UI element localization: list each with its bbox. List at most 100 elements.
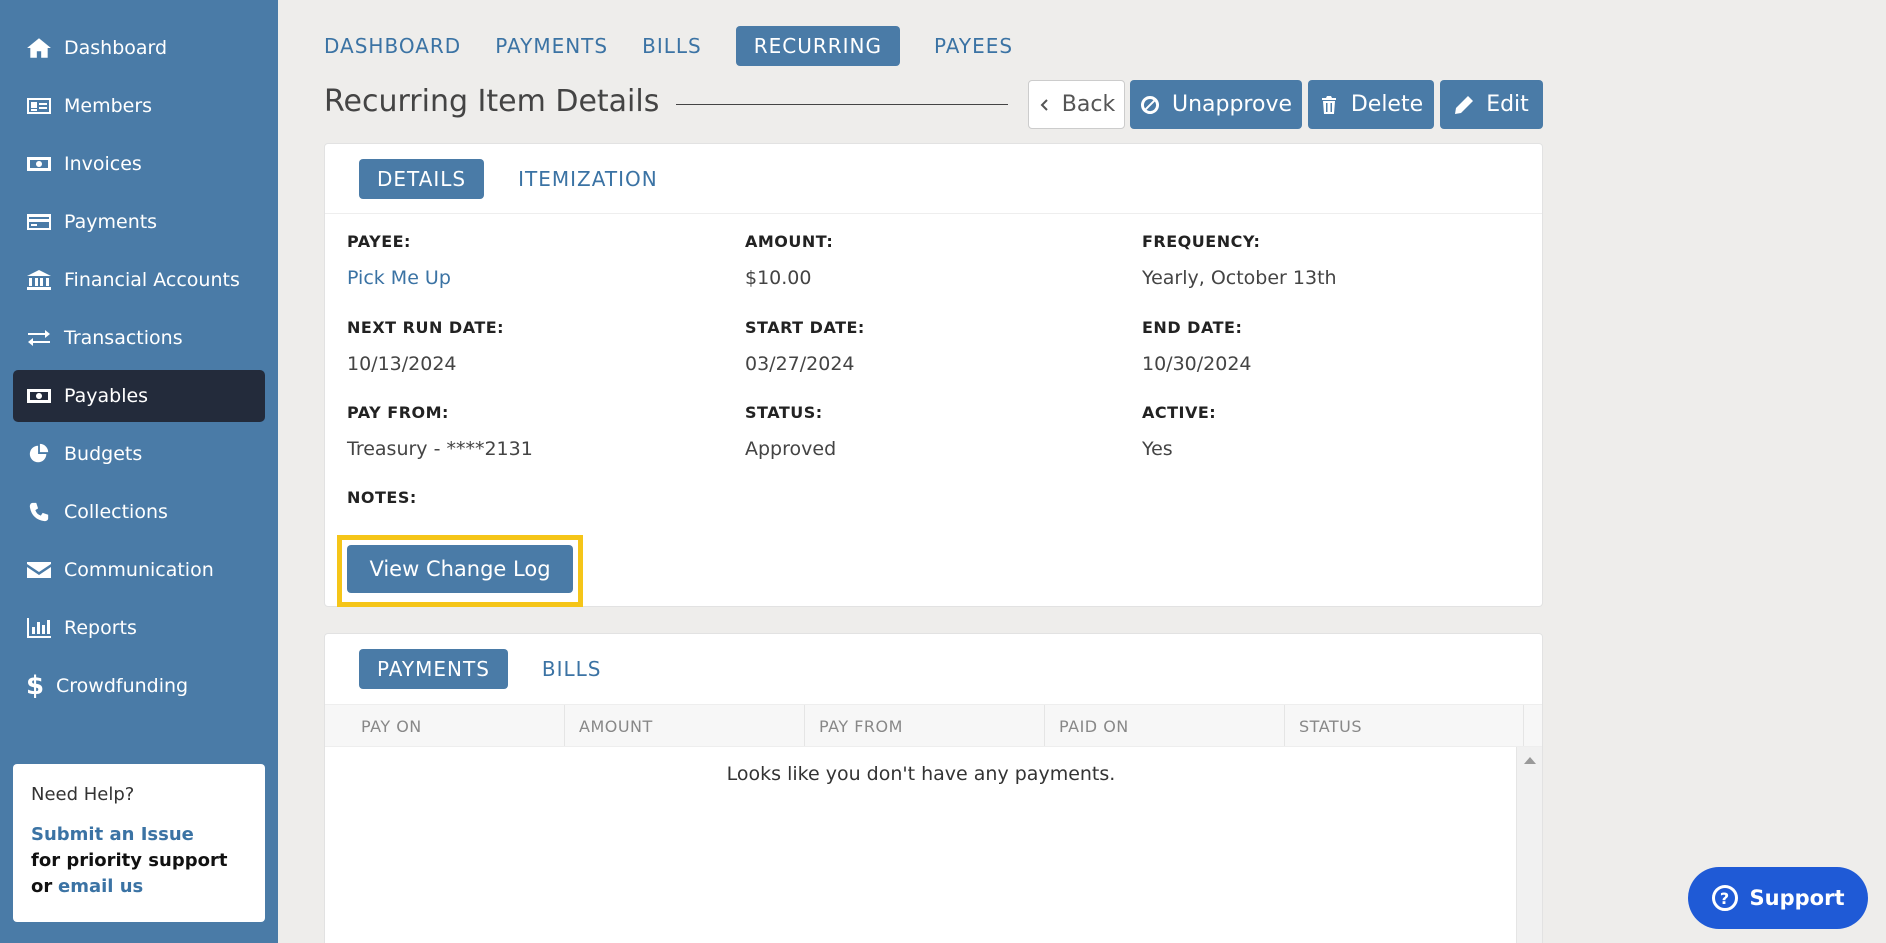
exchange-icon xyxy=(26,326,56,350)
status-label: STATUS: xyxy=(745,403,823,422)
pay-from-label: PAY FROM: xyxy=(347,403,449,422)
details-card: DETAILS ITEMIZATION PAYEE: Pick Me Up AM… xyxy=(324,143,1543,607)
payments-tabs: PAYMENTS BILLS xyxy=(325,634,1542,704)
submit-issue-link[interactable]: Submit an Issue xyxy=(31,824,194,845)
amount-value: $10.00 xyxy=(745,267,812,289)
frequency-label: FREQUENCY: xyxy=(1142,232,1261,251)
column-header-status[interactable]: STATUS xyxy=(1285,705,1524,746)
sidebar-nav: Dashboard Members Invoices Payments Fina… xyxy=(0,0,278,712)
column-header-pay-from[interactable]: PAY FROM xyxy=(805,705,1045,746)
notes-label: NOTES: xyxy=(347,488,417,507)
tab-bills-list[interactable]: BILLS xyxy=(524,649,620,689)
back-button[interactable]: Back xyxy=(1028,80,1125,129)
bar-chart-icon xyxy=(26,616,56,640)
sidebar-item-label: Collections xyxy=(64,501,168,523)
payments-table-header: PAY ON AMOUNT PAY FROM PAID ON STATUS xyxy=(325,704,1542,747)
next-run-date-value: 10/13/2024 xyxy=(347,353,457,375)
or-text: or xyxy=(31,876,53,897)
back-label: Back xyxy=(1061,92,1116,117)
priority-support-text: for priority support xyxy=(31,850,228,871)
frequency-field: FREQUENCY: Yearly, October 13th xyxy=(1142,232,1337,289)
help-card: Need Help? Submit an Issue for priority … xyxy=(13,764,265,922)
column-header-pay-on[interactable]: PAY ON xyxy=(325,705,565,746)
sidebar-item-label: Payments xyxy=(64,211,158,233)
pay-from-field: PAY FROM: Treasury - ****2131 xyxy=(347,403,533,460)
end-date-label: END DATE: xyxy=(1142,318,1243,337)
payments-card: PAYMENTS BILLS PAY ON AMOUNT PAY FROM PA… xyxy=(324,633,1543,943)
sidebar-item-financial-accounts[interactable]: Financial Accounts xyxy=(13,254,265,306)
bank-icon xyxy=(26,268,56,292)
sidebar-item-label: Communication xyxy=(64,559,214,581)
dollar-icon: $ xyxy=(26,671,45,701)
tab-itemization[interactable]: ITEMIZATION xyxy=(500,159,676,199)
sidebar-item-communication[interactable]: Communication xyxy=(13,544,265,596)
payee-link[interactable]: Pick Me Up xyxy=(347,267,451,289)
active-field: ACTIVE: Yes xyxy=(1142,403,1216,460)
top-tabs: DASHBOARD PAYMENTS BILLS RECURRING PAYEE… xyxy=(310,26,1033,66)
sidebar-item-label: Crowdfunding xyxy=(56,675,189,697)
payee-field: PAYEE: Pick Me Up xyxy=(347,232,451,289)
sidebar: Dashboard Members Invoices Payments Fina… xyxy=(0,0,278,943)
column-header-amount[interactable]: AMOUNT xyxy=(565,705,805,746)
id-card-icon xyxy=(26,94,56,118)
status-value: Approved xyxy=(745,438,837,460)
end-date-field: END DATE: 10/30/2024 xyxy=(1142,318,1252,375)
notes-field: NOTES: xyxy=(347,488,417,507)
help-heading: Need Help? xyxy=(31,784,135,805)
next-run-date-field: NEXT RUN DATE: 10/13/2024 xyxy=(347,318,504,375)
ban-icon xyxy=(1140,95,1159,114)
column-header-paid-on[interactable]: PAID ON xyxy=(1045,705,1285,746)
details-tabs: DETAILS ITEMIZATION xyxy=(325,144,1542,214)
tab-payments-list[interactable]: PAYMENTS xyxy=(359,649,508,689)
sidebar-item-budgets[interactable]: Budgets xyxy=(13,428,265,480)
start-date-label: START DATE: xyxy=(745,318,865,337)
empty-payments-message: Looks like you don't have any payments. xyxy=(726,763,1116,785)
sidebar-item-members[interactable]: Members xyxy=(13,80,265,132)
sidebar-item-label: Invoices xyxy=(64,153,142,175)
delete-label: Delete xyxy=(1350,92,1424,117)
tab-payments[interactable]: PAYMENTS xyxy=(481,26,622,66)
money-bill-icon xyxy=(26,384,56,408)
support-label: Support xyxy=(1749,886,1845,910)
start-date-field: START DATE: 03/27/2024 xyxy=(745,318,865,375)
sidebar-item-payables[interactable]: Payables xyxy=(13,370,265,422)
start-date-value: 03/27/2024 xyxy=(745,353,855,375)
sidebar-item-dashboard[interactable]: Dashboard xyxy=(13,22,265,74)
active-value: Yes xyxy=(1142,438,1173,460)
tab-details[interactable]: DETAILS xyxy=(359,158,485,199)
sidebar-item-transactions[interactable]: Transactions xyxy=(13,312,265,364)
payee-label: PAYEE: xyxy=(347,232,411,251)
home-icon xyxy=(26,36,56,60)
tab-recurring[interactable]: RECURRING xyxy=(735,26,901,66)
pie-chart-icon xyxy=(26,442,56,466)
sidebar-item-reports[interactable]: Reports xyxy=(13,602,265,654)
active-label: ACTIVE: xyxy=(1142,403,1217,422)
view-change-log-button[interactable]: View Change Log xyxy=(347,545,573,593)
tab-dashboard[interactable]: DASHBOARD xyxy=(310,26,475,66)
unapprove-button[interactable]: Unapprove xyxy=(1130,80,1302,129)
tab-payees[interactable]: PAYEES xyxy=(920,26,1027,66)
delete-button[interactable]: Delete xyxy=(1308,80,1434,129)
end-date-value: 10/30/2024 xyxy=(1142,353,1252,375)
sidebar-item-invoices[interactable]: Invoices xyxy=(13,138,265,190)
scroll-up-arrow-icon[interactable] xyxy=(1523,757,1536,764)
question-circle-icon: ? xyxy=(1711,885,1738,911)
sidebar-item-collections[interactable]: Collections xyxy=(13,486,265,538)
sidebar-item-label: Reports xyxy=(64,617,137,639)
edit-button[interactable]: Edit xyxy=(1440,80,1543,129)
tab-bills[interactable]: BILLS xyxy=(628,26,716,66)
chevron-left-icon xyxy=(1040,98,1048,111)
next-run-date-label: NEXT RUN DATE: xyxy=(347,318,505,337)
unapprove-label: Unapprove xyxy=(1171,92,1293,117)
payments-scrollbar[interactable] xyxy=(1516,747,1542,943)
title-divider xyxy=(676,104,1008,105)
edit-label: Edit xyxy=(1486,92,1529,117)
sidebar-item-crowdfunding[interactable]: $ Crowdfunding xyxy=(13,660,265,712)
sidebar-item-payments[interactable]: Payments xyxy=(13,196,265,248)
sidebar-item-label: Members xyxy=(64,95,153,117)
email-us-link[interactable]: email us xyxy=(58,876,143,897)
pencil-icon xyxy=(1455,95,1474,114)
support-button[interactable]: ? Support xyxy=(1688,867,1868,929)
sidebar-item-label: Budgets xyxy=(64,443,143,465)
credit-card-icon xyxy=(26,210,56,234)
